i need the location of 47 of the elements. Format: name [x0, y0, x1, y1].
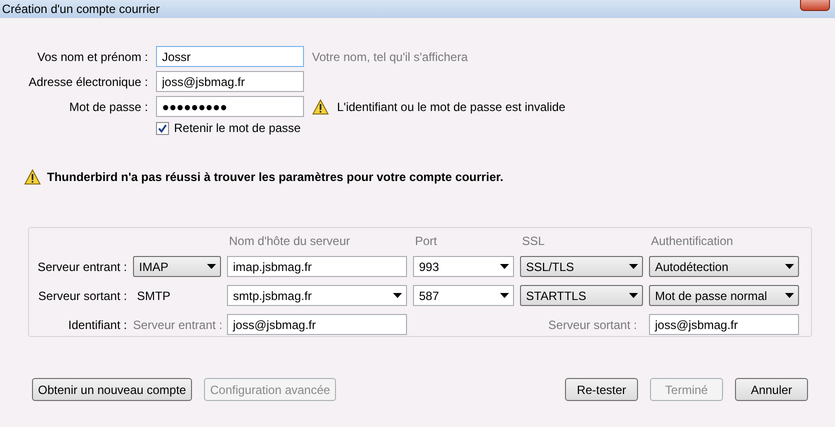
- field-label: Vos nom et prénom :: [36, 50, 148, 64]
- caret-icon: [785, 264, 794, 269]
- dropdown[interactable]: Mot de passe normal: [649, 285, 799, 306]
- dropdown[interactable]: Autodétection: [649, 256, 799, 277]
- checkbox[interactable]: [156, 122, 169, 134]
- checkbox-label: Retenir le mot de passe: [174, 121, 301, 135]
- warning-icon: [312, 98, 329, 114]
- field-label: Serveur sortant :: [547, 318, 638, 332]
- caret-icon: [629, 264, 638, 269]
- warning-icon: [24, 169, 41, 185]
- column-header: SSL: [521, 234, 546, 248]
- caret-icon: [393, 293, 402, 298]
- dropdown[interactable]: IMAP: [133, 256, 221, 277]
- column-header: Port: [414, 234, 438, 248]
- caret-icon: [629, 293, 638, 298]
- input-field[interactable]: ●●●●●●●●●: [156, 96, 304, 117]
- input-field[interactable]: Jossr: [156, 46, 304, 67]
- caret-icon: [500, 264, 509, 269]
- caret-icon: [500, 293, 509, 298]
- input-field[interactable]: imap.jsbmag.fr: [227, 256, 407, 277]
- input-field[interactable]: joss@jsbmag.fr: [156, 71, 304, 92]
- field-hint: Votre nom, tel qu'il s'affichera: [312, 50, 468, 64]
- combo-box[interactable]: 587: [413, 285, 514, 306]
- alert-message: Thunderbird n'a pas réussi à trouver les paramètres pour votre compte courrier.: [47, 170, 504, 184]
- dropdown[interactable]: STARTTLS: [520, 285, 643, 306]
- input-field[interactable]: joss@jsbmag.fr: [227, 314, 407, 335]
- protocol-text: SMTP: [136, 288, 172, 302]
- field-label: Adresse électronique :: [28, 74, 148, 88]
- input-field[interactable]: joss@jsbmag.fr: [649, 314, 799, 335]
- close-button[interactable]: [800, 0, 830, 11]
- field-label: Serveur entrant :: [133, 318, 221, 332]
- column-header: Nom d'hôte du serveur: [228, 234, 352, 248]
- caret-icon: [785, 293, 794, 298]
- column-header: Authentification: [650, 234, 734, 248]
- dialog-button[interactable]: Obtenir un nouveau compte: [32, 378, 192, 401]
- row-label: Serveur sortant :: [37, 288, 127, 302]
- combo-box[interactable]: 993: [413, 256, 514, 277]
- dialog-button[interactable]: Annuler: [735, 378, 808, 401]
- dropdown[interactable]: SSL/TLS: [520, 256, 643, 277]
- dialog-button[interactable]: Re-tester: [565, 378, 638, 401]
- row-label: Identifiant :: [67, 318, 127, 332]
- field-label: Mot de passe :: [68, 100, 148, 114]
- error-message: L'identifiant ou le mot de passe est invalide: [337, 100, 566, 114]
- row-label: Serveur entrant :: [36, 260, 127, 274]
- combo-box[interactable]: smtp.jsbmag.fr: [227, 285, 407, 306]
- caret-icon: [207, 264, 216, 269]
- window-title: Création d'un compte courrier: [2, 2, 160, 16]
